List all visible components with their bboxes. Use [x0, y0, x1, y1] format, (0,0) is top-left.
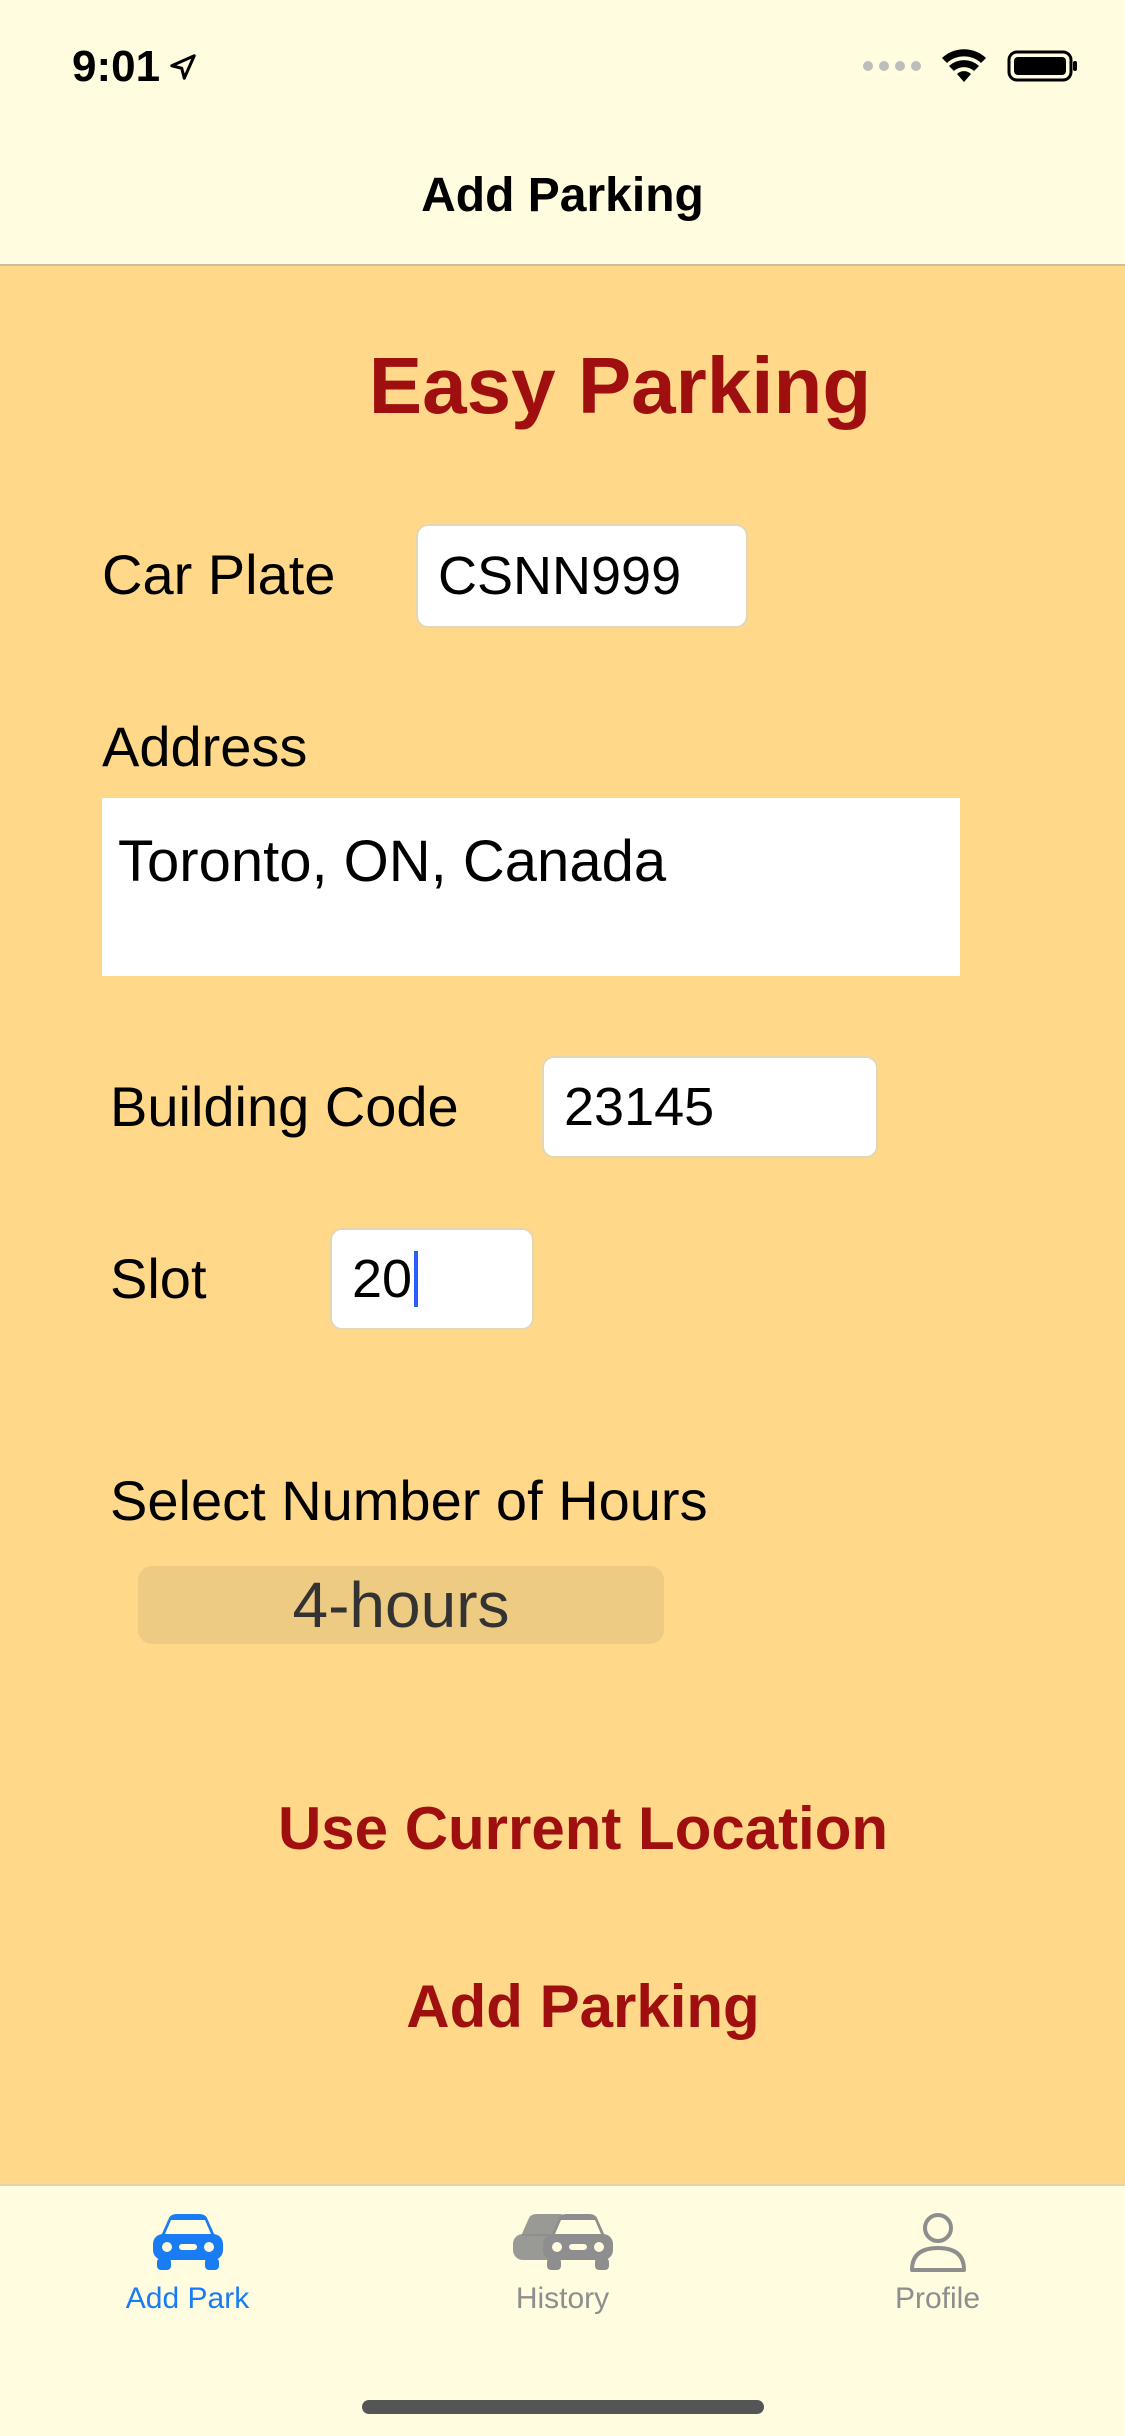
app-title: Easy Parking: [368, 341, 872, 430]
cellular-signal-icon: [863, 61, 921, 71]
status-time: 9:01: [72, 42, 198, 92]
person-icon: [909, 2213, 966, 2272]
slot-value: 20: [352, 1249, 413, 1309]
status-time-text: 9:01: [72, 42, 161, 91]
top-bar: 9:01 Add Parking: [0, 0, 1125, 266]
tab-add-park[interactable]: Add Park: [0, 2186, 375, 2356]
location-arrow-icon: [170, 54, 196, 80]
building-code-field[interactable]: 23145: [542, 1056, 878, 1158]
tab-profile[interactable]: Profile: [750, 2186, 1125, 2356]
address-label: Address: [102, 715, 308, 778]
building-code-value: 23145: [564, 1077, 715, 1137]
car-plate-value: CSNN999: [438, 546, 682, 606]
hours-picker[interactable]: 4-hours: [138, 1566, 664, 1644]
tab-bar: Add Park History Profile: [0, 2184, 1125, 2436]
hours-label: Select Number of Hours: [110, 1469, 708, 1532]
add-parking-button[interactable]: Add Parking: [0, 1972, 1125, 2041]
tab-history[interactable]: History: [375, 2186, 750, 2356]
address-value: Toronto, ON, Canada: [118, 829, 667, 894]
slot-label: Slot: [110, 1247, 207, 1310]
use-current-location-button[interactable]: Use Current Location: [0, 1794, 1125, 1863]
tab-profile-label: Profile: [894, 2282, 981, 2315]
wifi-icon: [942, 49, 986, 82]
hours-selected: 4-hours: [292, 1569, 510, 1641]
address-field[interactable]: Toronto, ON, Canada: [102, 798, 960, 976]
tab-add-park-label: Add Park: [125, 2282, 250, 2315]
car-icon: [152, 2214, 223, 2270]
slot-field[interactable]: 20: [330, 1228, 534, 1330]
battery-icon: [1007, 50, 1077, 82]
building-code-label: Building Code: [110, 1075, 459, 1138]
text-cursor: [414, 1251, 419, 1307]
home-indicator[interactable]: [362, 2400, 764, 2414]
nav-title: Add Parking: [421, 169, 704, 222]
car-plate-field[interactable]: CSNN999: [416, 524, 748, 628]
cars-history-icon: [512, 2214, 613, 2270]
tab-history-label: History: [515, 2282, 610, 2315]
status-indicators: [863, 48, 1079, 84]
car-plate-label: Car Plate: [102, 543, 336, 606]
